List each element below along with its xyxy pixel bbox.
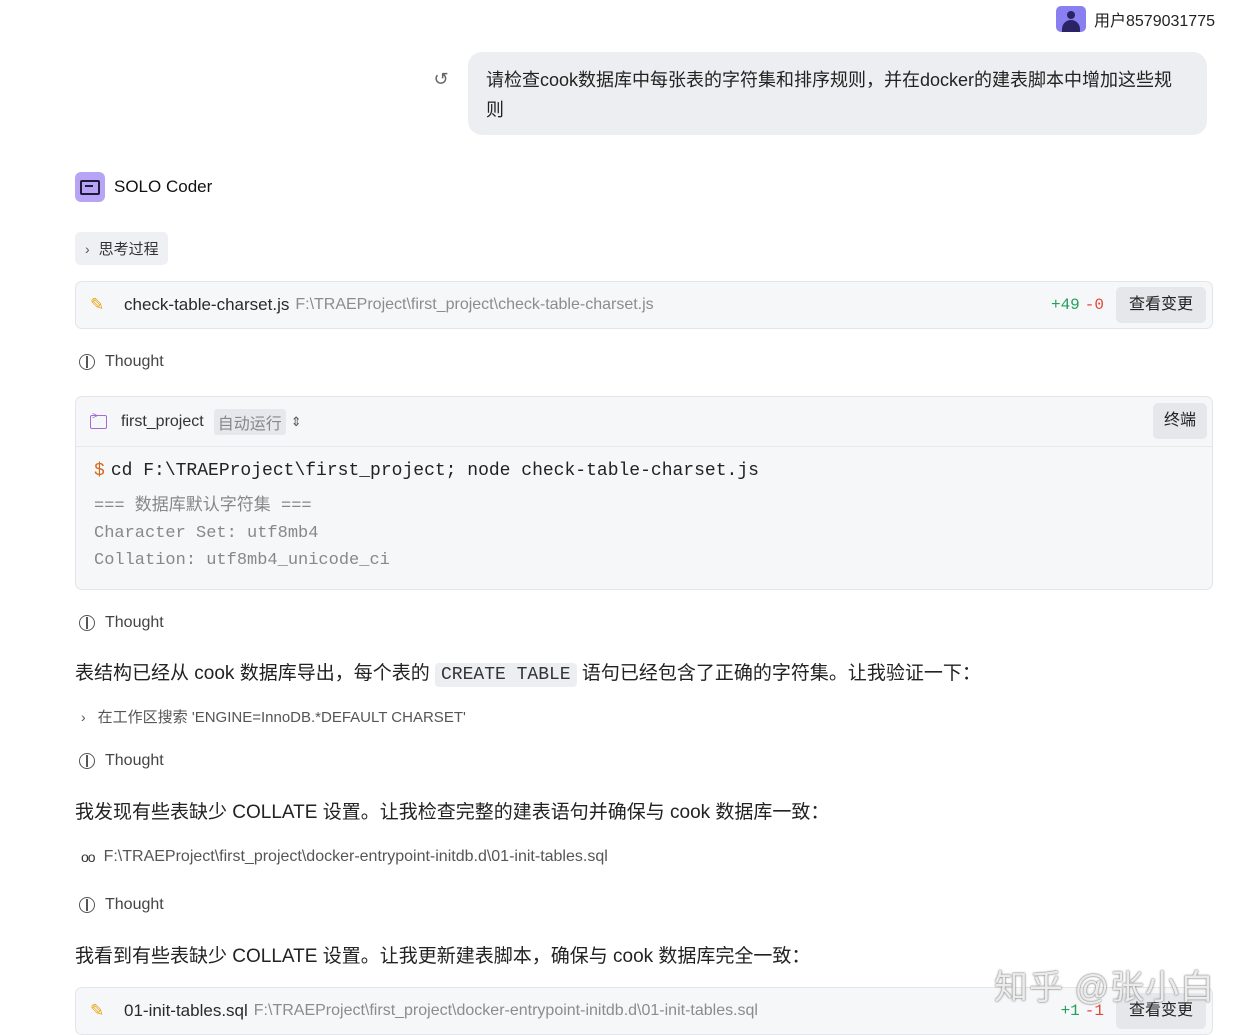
thought-label: Thought xyxy=(105,896,164,913)
brain-icon xyxy=(79,615,95,631)
assistant-message: 我看到有些表缺少 COLLATE 设置。让我更新建表脚本，确保与 cook 数据… xyxy=(75,946,811,967)
user-header: 用户8579031775 xyxy=(1056,6,1215,32)
terminal-output-line: Character Set: utf8mb4 xyxy=(94,524,319,543)
thought-label: Thought xyxy=(105,614,164,631)
thought-toggle[interactable]: Thought xyxy=(79,614,164,632)
user-name: 用户8579031775 xyxy=(1094,13,1215,30)
thinking-toggle[interactable]: › 思考过程 xyxy=(75,232,168,265)
watermark: 知乎 @张小白 xyxy=(994,969,1215,1007)
open-terminal-button[interactable]: 终端 xyxy=(1152,403,1207,439)
agent-name: SOLO Coder xyxy=(114,177,213,196)
run-mode-select[interactable]: 自动运行 xyxy=(213,408,286,435)
lines-added: +49 xyxy=(1050,296,1080,314)
terminal-icon xyxy=(90,411,107,429)
lines-removed: -0 xyxy=(1084,296,1104,314)
thought-toggle[interactable]: Thought xyxy=(79,896,164,914)
brain-icon xyxy=(79,354,95,370)
file-name: check-table-charset.js xyxy=(124,295,290,314)
solo-coder-icon xyxy=(75,172,105,202)
thought-toggle[interactable]: Thought xyxy=(79,752,164,770)
read-file-path: F:\TRAEProject\first_project\docker-entr… xyxy=(103,848,608,865)
glasses-icon: oo xyxy=(81,849,96,865)
terminal-output-line: Collation: utf8mb4_unicode_ci xyxy=(94,551,390,570)
user-message: 请检查cook数据库中每张表的字符集和排序规则，并在docker的建表脚本中增加… xyxy=(468,52,1207,135)
brain-icon xyxy=(79,897,95,913)
file-path: F:\TRAEProject\first_project\docker-entr… xyxy=(253,1002,758,1019)
undo-icon[interactable]: ↺ xyxy=(430,68,452,90)
file-path: F:\TRAEProject\first_project\check-table… xyxy=(295,296,654,313)
terminal-card: first_project 自动运行 ⇕ 终端 $cd F:\TRAEProje… xyxy=(75,396,1213,590)
terminal-body: $ cd F:\TRAEProject\first_project; node c… xyxy=(76,447,1212,584)
read-file-step[interactable]: oo F:\TRAEProject\first_project\docker-e… xyxy=(81,848,608,866)
assistant-message: 我发现有些表缺少 COLLATE 设置。让我检查完整的建表语句并确保与 cook… xyxy=(75,802,830,823)
terminal-command: cd F:\TRAEProject\first_project; node ch… xyxy=(110,461,759,481)
file-name: 01-init-tables.sql xyxy=(124,1001,248,1020)
edit-file-icon: ✎ xyxy=(90,295,105,314)
thinking-label: 思考过程 xyxy=(98,241,159,258)
search-query: 在工作区搜索 'ENGINE=InnoDB.*DEFAULT CHARSET' xyxy=(97,709,466,726)
chevron-right-icon: › xyxy=(85,240,90,257)
thought-toggle[interactable]: Thought xyxy=(79,353,164,371)
edit-file-icon: ✎ xyxy=(90,1001,105,1020)
thought-label: Thought xyxy=(105,353,164,370)
workspace-search-step[interactable]: › 在工作区搜索 'ENGINE=InnoDB.*DEFAULT CHARSET… xyxy=(81,706,466,727)
terminal-header: first_project 自动运行 ⇕ 终端 xyxy=(76,397,1212,447)
brain-icon xyxy=(79,753,95,769)
prompt-symbol: $ xyxy=(94,461,105,481)
inline-code: CREATE TABLE xyxy=(434,663,577,687)
view-changes-button[interactable]: 查看变更 xyxy=(1115,287,1206,323)
terminal-output-line: === 数据库默认字符集 === xyxy=(94,497,312,516)
message-text: 语句已经包含了正确的字符集。让我验证一下： xyxy=(576,663,981,684)
chevron-updown-icon[interactable]: ⇕ xyxy=(291,414,302,430)
terminal-command-line: $ cd F:\TRAEProject\first_project; node c… xyxy=(94,457,1194,485)
user-avatar-icon xyxy=(1056,6,1086,32)
file-change-card[interactable]: ✎ check-table-charset.js F:\TRAEProject\… xyxy=(75,281,1213,329)
agent-header: SOLO Coder xyxy=(75,172,212,202)
thought-label: Thought xyxy=(105,752,164,769)
chevron-right-icon: › xyxy=(81,708,86,725)
assistant-message: 表结构已经从 cook 数据库导出，每个表的 CREATE TABLE 语句已经… xyxy=(75,658,981,687)
message-text: 表结构已经从 cook 数据库导出，每个表的 xyxy=(75,663,435,684)
terminal-project: first_project xyxy=(121,412,204,430)
